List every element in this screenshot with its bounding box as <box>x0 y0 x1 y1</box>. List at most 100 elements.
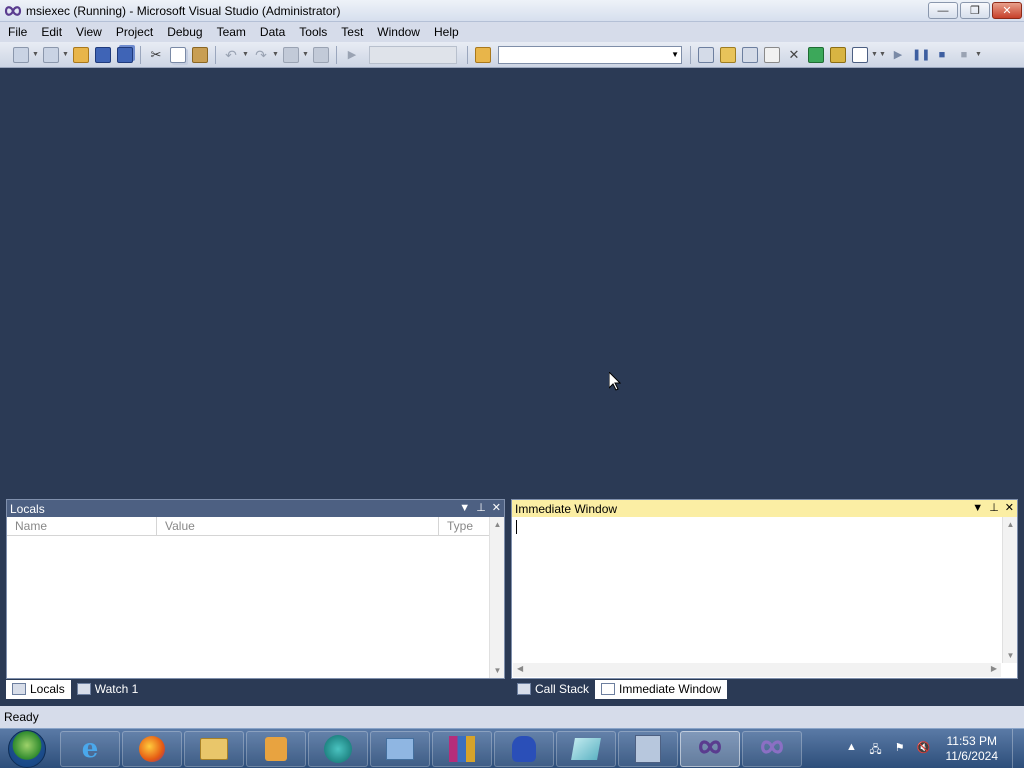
immediate-horizontal-scrollbar[interactable]: ◀ ▶ <box>513 663 1001 677</box>
volume-muted-icon[interactable]: 🔇 <box>916 741 932 757</box>
minimize-button[interactable]: — <box>928 2 958 19</box>
chevron-down-icon[interactable]: ▼ <box>671 50 679 59</box>
menu-window[interactable]: Window <box>369 22 426 42</box>
window-position-icon[interactable]: ▼ <box>459 500 470 517</box>
immediate-vertical-scrollbar[interactable]: ▲ ▼ <box>1002 517 1017 663</box>
taskbar-app-file-explorer[interactable] <box>184 730 244 767</box>
open-file-icon[interactable] <box>73 46 89 63</box>
start-debugging-icon[interactable]: ▶ <box>344 47 360 63</box>
menu-file[interactable]: File <box>0 22 33 42</box>
paste-icon[interactable] <box>192 46 208 63</box>
taskbar-app-sonic-game[interactable] <box>494 730 554 767</box>
taskbar-app-control-panel[interactable] <box>370 730 430 767</box>
save-icon[interactable] <box>95 46 111 63</box>
team-explorer-icon[interactable]: ✕ <box>786 47 802 63</box>
clock[interactable]: 11:53 PM 11/6/2024 <box>946 734 999 764</box>
new-project-dropdown-icon[interactable]: ▼ <box>32 47 39 63</box>
locals-panel-header[interactable]: Locals ▼ ⊥ ✕ <box>7 500 504 517</box>
auto-hide-pin-icon[interactable]: ⊥ <box>476 500 486 517</box>
properties-window-icon[interactable] <box>720 46 736 63</box>
immediate-window-textarea[interactable] <box>513 518 1001 662</box>
redo-dropdown-icon[interactable]: ▼ <box>272 47 279 63</box>
navigate-dropdown-icon[interactable]: ▼ <box>302 47 309 63</box>
undo-dropdown-icon[interactable]: ▼ <box>242 47 249 63</box>
taskbar-app-winrar[interactable] <box>432 730 492 767</box>
locals-vertical-scrollbar[interactable]: ▲ ▼ <box>489 517 504 678</box>
tab-immediate-window-label: Immediate Window <box>619 682 722 696</box>
object-browser-icon[interactable] <box>742 46 758 63</box>
auto-hide-pin-icon[interactable]: ⊥ <box>989 500 999 517</box>
navigate-forward-icon[interactable] <box>313 46 329 63</box>
taskbar-app-visual-studio[interactable] <box>680 730 740 767</box>
scroll-up-icon[interactable]: ▲ <box>1003 520 1018 529</box>
watch-icon <box>76 683 91 695</box>
taskbar-app-media-player[interactable] <box>246 730 306 767</box>
continue-icon[interactable]: ▶ <box>890 47 906 63</box>
find-combo[interactable]: ▼ <box>498 45 682 64</box>
solution-configurations-combo[interactable] <box>369 45 457 64</box>
new-project-icon[interactable] <box>13 46 29 63</box>
command-window-icon[interactable] <box>852 46 868 63</box>
solution-explorer-icon[interactable] <box>698 46 714 63</box>
cut-icon[interactable]: ✂ <box>148 47 164 63</box>
toolbar-separator <box>215 45 216 64</box>
restart-icon[interactable]: ■ <box>956 47 972 63</box>
scroll-left-icon[interactable]: ◀ <box>517 664 523 673</box>
close-icon[interactable]: ✕ <box>492 500 501 517</box>
close-icon[interactable]: ✕ <box>1005 500 1014 517</box>
column-header-name[interactable]: Name <box>7 517 157 535</box>
column-header-value[interactable]: Value <box>157 517 439 535</box>
restore-button[interactable]: ❐ <box>960 2 990 19</box>
find-in-files-icon[interactable] <box>475 46 491 63</box>
taskbar-app-internet-explorer[interactable]: e <box>60 730 120 767</box>
undo-icon[interactable]: ↶ <box>223 47 239 63</box>
start-button[interactable] <box>8 729 46 768</box>
save-all-icon[interactable] <box>117 46 133 63</box>
copy-icon[interactable] <box>170 46 186 63</box>
immediate-window-header[interactable]: Immediate Window ▼ ⊥ ✕ <box>512 500 1017 517</box>
taskbar-app-teamviewer[interactable] <box>308 730 368 767</box>
break-all-icon[interactable]: ❚❚ <box>912 47 930 63</box>
clock-time: 11:53 PM <box>946 734 997 748</box>
taskbar-app-notepad[interactable] <box>556 730 616 767</box>
menu-project[interactable]: Project <box>108 22 159 42</box>
add-item-dropdown-icon[interactable]: ▼ <box>62 47 69 63</box>
menu-view[interactable]: View <box>68 22 108 42</box>
close-button[interactable]: ✕ <box>992 2 1022 19</box>
scroll-down-icon[interactable]: ▼ <box>1003 651 1018 660</box>
show-desktop-button[interactable] <box>1012 729 1024 768</box>
toolbar-options-icon[interactable]: ▼ <box>879 47 886 63</box>
tab-watch-1[interactable]: Watch 1 <box>71 680 145 699</box>
navigate-backward-icon[interactable] <box>283 46 299 63</box>
window-position-icon[interactable]: ▼ <box>972 500 983 517</box>
tab-locals[interactable]: Locals <box>6 679 71 699</box>
scroll-down-icon[interactable]: ▼ <box>490 666 505 675</box>
menu-debug[interactable]: Debug <box>159 22 208 42</box>
menu-test[interactable]: Test <box>333 22 369 42</box>
menu-edit[interactable]: Edit <box>33 22 68 42</box>
menu-team[interactable]: Team <box>209 22 252 42</box>
show-hidden-icons-icon[interactable]: ▲ <box>844 741 860 757</box>
scroll-right-icon[interactable]: ▶ <box>991 664 997 673</box>
column-header-type[interactable]: Type <box>439 517 489 535</box>
class-view-icon[interactable] <box>830 46 846 63</box>
network-icon[interactable]: 🖧 <box>868 741 884 757</box>
menu-tools[interactable]: Tools <box>291 22 333 42</box>
menu-help[interactable]: Help <box>426 22 465 42</box>
visual-studio-icon <box>694 739 726 758</box>
debug-toolbar-options-icon[interactable]: ▼ <box>975 47 982 63</box>
menu-data[interactable]: Data <box>252 22 291 42</box>
command-window-dropdown-icon[interactable]: ▼ <box>871 47 878 63</box>
add-item-icon[interactable] <box>43 46 59 63</box>
tab-call-stack[interactable]: Call Stack <box>511 680 595 699</box>
taskbar-app-visual-studio-2[interactable] <box>742 730 802 767</box>
toolbox-icon[interactable] <box>764 46 780 63</box>
taskbar-app-setup[interactable] <box>618 730 678 767</box>
taskbar-app-firefox[interactable] <box>122 730 182 767</box>
action-center-flag-icon[interactable]: ⚑ <box>892 741 908 757</box>
scroll-up-icon[interactable]: ▲ <box>490 520 505 529</box>
redo-icon[interactable]: ↷ <box>253 47 269 63</box>
start-page-icon[interactable] <box>808 46 824 63</box>
stop-debugging-icon[interactable]: ■ <box>934 47 950 63</box>
tab-immediate-window[interactable]: Immediate Window <box>595 679 728 699</box>
